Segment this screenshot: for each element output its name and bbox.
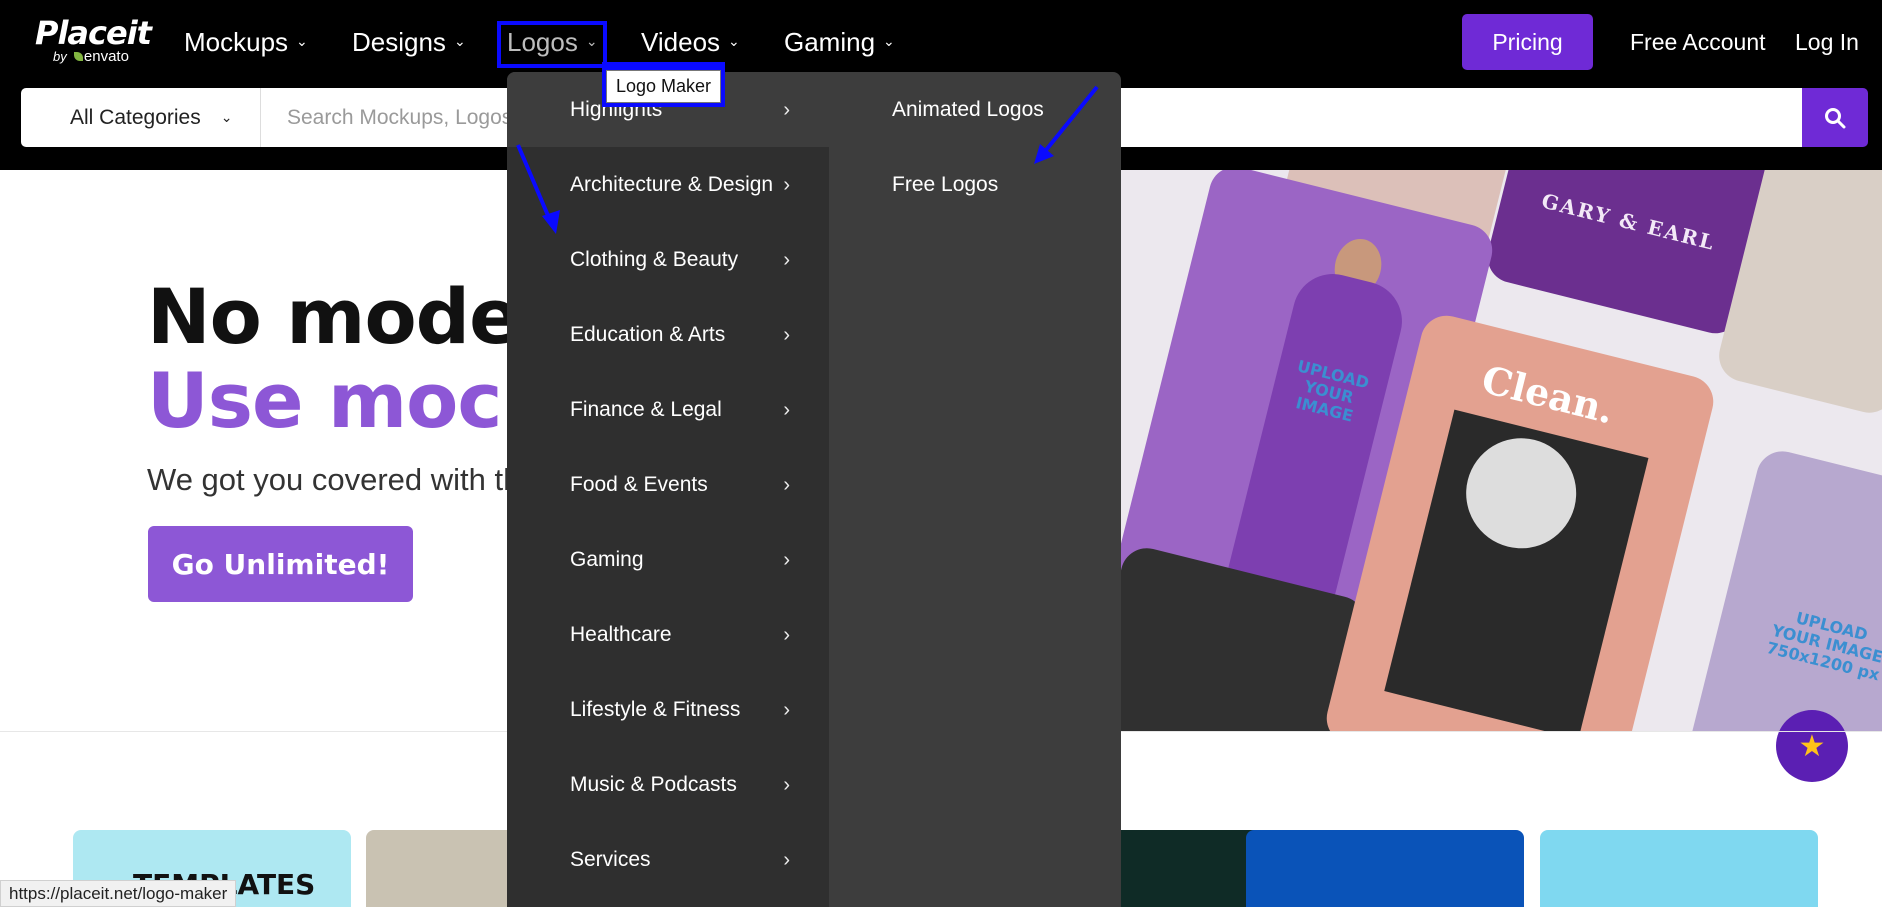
free-account-link[interactable]: Free Account [1630,26,1766,58]
category-card[interactable] [1540,830,1818,907]
status-bar-url: https://placeit.net/logo-maker [0,880,237,907]
category-select-label: All Categories [70,105,201,129]
envato-leaf-icon [73,52,83,61]
chevron-right-icon: › [783,548,790,571]
brand-name: Placeit [35,14,152,52]
brand-by: by [53,49,67,64]
dropdown-animated-logos[interactable]: Animated Logos [892,90,1044,130]
brand-subline: by envato [53,48,151,65]
nav-gaming-label: Gaming [784,27,876,57]
chevron-right-icon: › [783,473,790,496]
dropdown-item-label: Finance & Legal [570,398,722,421]
chevron-down-icon: ⌄ [728,33,740,49]
pricing-button[interactable]: Pricing [1462,14,1593,70]
dropdown-item-label: Architecture & Design [570,173,774,196]
chevron-right-icon: › [783,698,790,721]
chevron-right-icon: › [783,98,790,121]
dropdown-item-label: Healthcare [570,623,672,646]
nav-videos-label: Videos [641,27,721,57]
search-icon [1825,107,1846,128]
category-select[interactable]: All Categories ⌄ [21,88,261,147]
dropdown-item-label: Clothing & Beauty [570,248,739,271]
nav-mockups-label: Mockups [184,27,289,57]
dropdown-item-food-events[interactable]: Food & Events › [570,465,790,505]
search-button[interactable] [1802,88,1868,147]
dropdown-item-finance-legal[interactable]: Finance & Legal › [570,390,790,430]
placeit-logo[interactable]: Placeit by envato [35,14,152,65]
go-unlimited-button[interactable]: Go Unlimited! [148,526,413,602]
upload-text-size: UPLOAD YOUR IMAGE 750x1200 px [1764,608,1882,685]
dropdown-item-healthcare[interactable]: Healthcare › [570,615,790,655]
login-link[interactable]: Log In [1795,26,1859,58]
brand-parent: envato [83,48,129,65]
dropdown-item-architecture-design[interactable]: Architecture & Design › [570,165,790,205]
logos-dropdown-menu: Highlights › Architecture & Design › Cloth… [507,72,1121,907]
star-fab-button[interactable]: ★ [1776,710,1848,782]
dropdown-free-logos[interactable]: Free Logos [892,165,998,205]
chevron-right-icon: › [783,248,790,271]
chevron-down-icon: ⌄ [883,33,895,49]
nav-designs[interactable]: Designs ⌄ [352,24,466,60]
collage-card-tank: UPLOAD YOUR IMAGE 750x1200 px [1683,445,1882,731]
dropdown-item-label: Education & Arts [570,323,726,346]
nav-gaming[interactable]: Gaming ⌄ [784,24,895,60]
nav-designs-label: Designs [352,27,446,57]
nav-videos[interactable]: Videos ⌄ [641,24,740,60]
chevron-right-icon: › [783,773,790,796]
chevron-down-icon: ⌄ [296,33,308,49]
dropdown-item-music-podcasts[interactable]: Music & Podcasts › [570,765,790,805]
couple-text: GARY & EARL [1539,188,1719,255]
dropdown-item-label: Services [570,848,651,871]
chevron-right-icon: › [783,398,790,421]
hero-collage-image: GARY & EARL UPLOAD YOUR IMAGE Clean. UPL… [1120,170,1882,731]
chevron-right-icon: › [783,623,790,646]
chevron-right-icon: › [783,848,790,871]
star-icon: ★ [1798,729,1826,763]
chevron-down-icon: ⌄ [220,109,233,125]
logo-maker-tooltip: Logo Maker [606,70,721,103]
dropdown-item-clothing-beauty[interactable]: Clothing & Beauty › [570,240,790,280]
dropdown-item-education-arts[interactable]: Education & Arts › [570,315,790,355]
nav-mockups[interactable]: Mockups ⌄ [184,24,308,60]
dropdown-item-label: Food & Events [570,473,708,496]
chevron-down-icon: ⌄ [453,33,466,49]
category-card[interactable] [1246,830,1524,907]
logos-highlight-box [497,21,607,68]
dropdown-item-label: Music & Podcasts [570,773,737,796]
chevron-right-icon: › [783,323,790,346]
dropdown-item-label: Gaming [570,548,644,571]
dropdown-item-lifestyle-fitness[interactable]: Lifestyle & Fitness › [570,690,790,730]
dropdown-item-gaming[interactable]: Gaming › [570,540,790,580]
dropdown-item-label: Lifestyle & Fitness [570,698,741,721]
chevron-right-icon: › [783,173,790,196]
dropdown-item-services[interactable]: Services › [570,840,790,880]
